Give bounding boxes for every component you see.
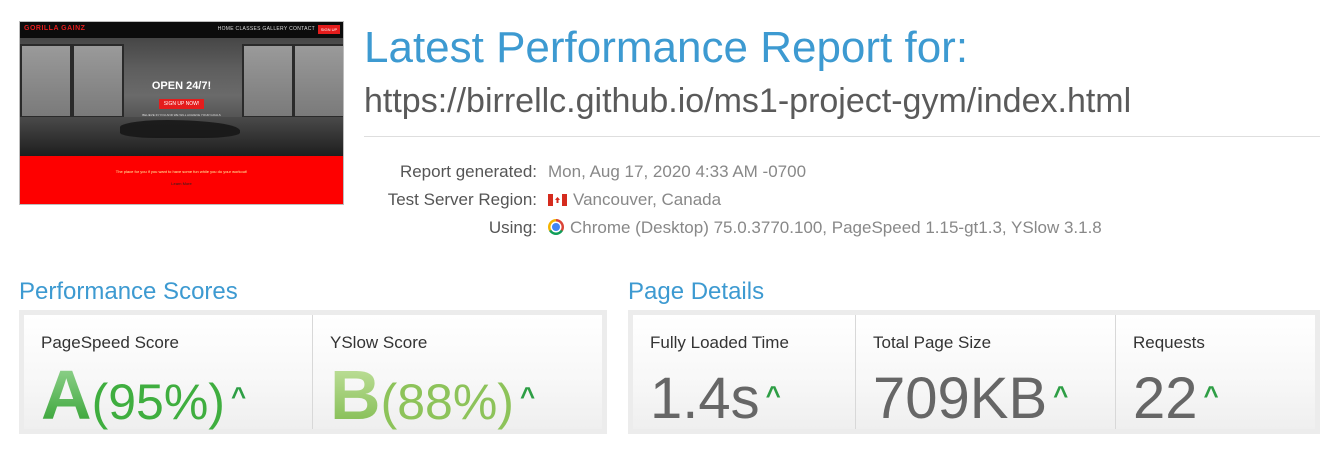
- thumbnail-hero-image: GORILLA GAINZ HOME CLASSES GALLERY CONTA…: [20, 22, 343, 156]
- page-details-title: Page Details: [628, 278, 765, 305]
- thumbnail-figure: [120, 120, 240, 138]
- meta-row-using: Using: Chrome (Desktop) 75.0.3770.100, P…: [364, 214, 1324, 242]
- yslow-value: B(88%) ^: [330, 359, 535, 451]
- arrow-up-icon: ^: [1203, 380, 1219, 410]
- performance-scores-title: Performance Scores: [19, 278, 238, 305]
- thumbnail-signup: SIGN UP: [318, 25, 340, 34]
- meta-value: Chrome (Desktop) 75.0.3770.100, PageSpee…: [570, 218, 1102, 237]
- thumbnail-hero-button: SIGN UP NOW!: [158, 99, 205, 109]
- yslow-card[interactable]: YSlow Score B(88%) ^: [313, 315, 602, 431]
- report-title: Latest Performance Report for:: [364, 23, 969, 72]
- chrome-icon: [548, 219, 564, 235]
- load-time-value-wrap: 1.4s ^: [650, 359, 781, 450]
- page-size-value: 709KB: [873, 366, 1048, 431]
- site-thumbnail[interactable]: GORILLA GAINZ HOME CLASSES GALLERY CONTA…: [19, 21, 344, 205]
- pagespeed-value: A(95%) ^: [41, 359, 246, 451]
- load-time-value: 1.4s: [650, 366, 760, 431]
- thumbnail-red-link: Learn More: [171, 181, 192, 186]
- meta-label: Test Server Region:: [387, 190, 537, 209]
- load-time-card[interactable]: Fully Loaded Time 1.4s ^: [633, 315, 856, 431]
- pagespeed-label: PageSpeed Score: [41, 333, 179, 352]
- meta-row-generated: Report generated: Mon, Aug 17, 2020 4:33…: [364, 158, 1324, 186]
- report-meta: Report generated: Mon, Aug 17, 2020 4:33…: [364, 158, 1324, 242]
- requests-card[interactable]: Requests 22 ^: [1116, 315, 1315, 431]
- meta-value-wrap: Vancouver, Canada: [548, 186, 721, 214]
- arrow-up-icon: ^: [519, 381, 536, 411]
- meta-value: Vancouver, Canada: [573, 190, 722, 209]
- arrow-up-icon: ^: [765, 380, 781, 410]
- arrow-up-icon: ^: [1053, 380, 1069, 410]
- divider: [364, 136, 1320, 137]
- pagespeed-card[interactable]: PageSpeed Score A(95%) ^: [24, 315, 313, 431]
- meta-label: Report generated:: [399, 162, 537, 181]
- requests-value: 22: [1133, 366, 1198, 431]
- yslow-percent: (88%): [380, 374, 514, 430]
- thumbnail-hero-sub: BELIEVE IN YOU AND WE WILL ACHIEVE YOUR …: [142, 113, 221, 117]
- meta-value-wrap: Chrome (Desktop) 75.0.3770.100, PageSpee…: [548, 214, 1102, 242]
- page-size-card[interactable]: Total Page Size 709KB ^: [856, 315, 1116, 431]
- thumbnail-red-section: The place for you if you want to have so…: [20, 156, 343, 204]
- thumbnail-menu: HOME CLASSES GALLERY CONTACT: [217, 26, 315, 32]
- canada-flag-icon: [548, 194, 567, 206]
- report-url[interactable]: https://birrellc.github.io/ms1-project-g…: [364, 80, 1131, 122]
- thumbnail-navbar: GORILLA GAINZ HOME CLASSES GALLERY CONTA…: [20, 22, 343, 38]
- meta-label: Using:: [488, 218, 537, 237]
- thumbnail-logo: GORILLA GAINZ: [24, 25, 86, 32]
- yslow-label: YSlow Score: [330, 333, 428, 352]
- meta-row-region: Test Server Region: Vancouver, Canada: [364, 186, 1324, 214]
- requests-label: Requests: [1133, 333, 1205, 352]
- page-size-label: Total Page Size: [873, 333, 992, 352]
- meta-value: Mon, Aug 17, 2020 4:33 AM -0700: [548, 162, 807, 181]
- thumbnail-red-text: The place for you if you want to have so…: [115, 169, 248, 174]
- thumbnail-hero: OPEN 24/7! SIGN UP NOW! BELIEVE IN YOU A…: [20, 80, 343, 117]
- pagespeed-percent: (95%): [91, 374, 225, 430]
- thumbnail-hero-title: OPEN 24/7!: [151, 80, 212, 92]
- arrow-up-icon: ^: [230, 381, 247, 411]
- pagespeed-grade: A: [41, 356, 92, 434]
- page-size-value-wrap: 709KB ^: [873, 359, 1068, 450]
- load-time-label: Fully Loaded Time: [650, 333, 789, 352]
- requests-value-wrap: 22 ^: [1133, 359, 1219, 450]
- yslow-grade: B: [330, 356, 381, 434]
- page-details-panel: Fully Loaded Time 1.4s ^ Total Page Size …: [628, 310, 1320, 434]
- performance-scores-panel: PageSpeed Score A(95%) ^ YSlow Score B(88…: [19, 310, 607, 434]
